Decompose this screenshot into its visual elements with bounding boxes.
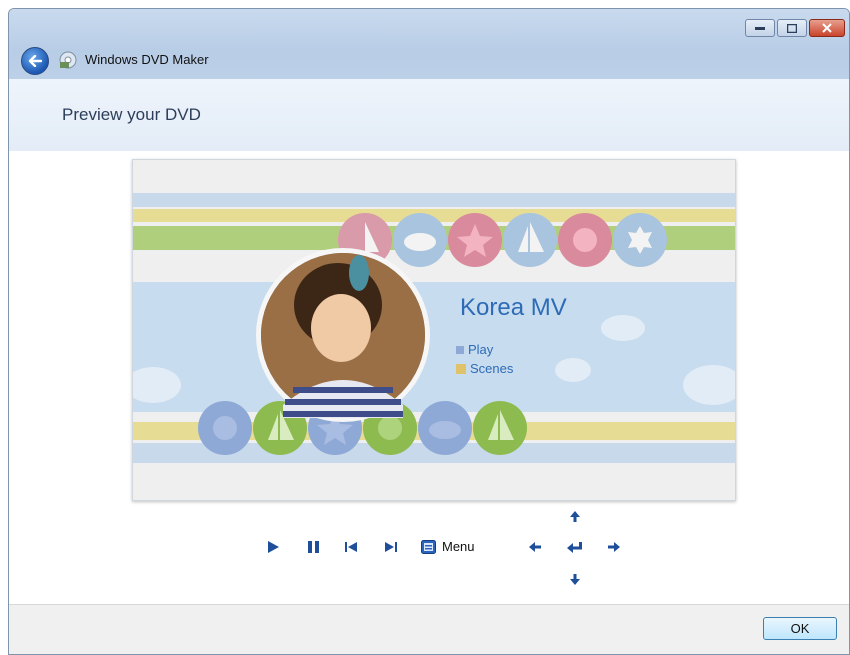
play-icon bbox=[268, 541, 279, 553]
dvd-menu-background bbox=[133, 160, 735, 500]
dvd-title: Korea MV bbox=[460, 294, 567, 321]
menu-item-scenes-label: Scenes bbox=[470, 361, 514, 376]
pause-icon bbox=[307, 541, 319, 553]
arrow-right-icon bbox=[608, 542, 620, 552]
caption-buttons bbox=[745, 19, 845, 37]
back-arrow-icon bbox=[28, 55, 42, 67]
ok-button[interactable]: OK bbox=[763, 617, 837, 640]
app-title: Windows DVD Maker bbox=[85, 52, 209, 67]
scenes-bullet-icon bbox=[456, 363, 466, 374]
arrow-up-button[interactable] bbox=[567, 508, 583, 524]
page-header: Preview your DVD bbox=[9, 79, 849, 152]
menu-item-play-label: Play bbox=[468, 342, 494, 357]
dvd-maker-window: Windows DVD Maker Preview your DVD Korea… bbox=[8, 8, 850, 655]
arrow-left-button[interactable] bbox=[527, 539, 543, 555]
menu-icon bbox=[421, 539, 436, 554]
playback-controls: Menu bbox=[9, 501, 849, 601]
previous-chapter-button[interactable] bbox=[343, 539, 359, 555]
arrow-down-icon bbox=[570, 573, 580, 585]
pause-button[interactable] bbox=[305, 539, 321, 555]
close-button[interactable] bbox=[809, 19, 845, 37]
previous-chapter-icon bbox=[345, 542, 357, 552]
next-chapter-button[interactable] bbox=[383, 539, 399, 555]
play-button[interactable] bbox=[265, 539, 281, 555]
maximize-button[interactable] bbox=[777, 19, 807, 37]
close-icon bbox=[822, 23, 832, 33]
content-area: Korea MV Play Scenes Menu bbox=[9, 151, 849, 604]
minimize-button[interactable] bbox=[745, 19, 775, 37]
menu-button-label: Menu bbox=[442, 539, 475, 554]
menu-item-play[interactable]: Play bbox=[456, 342, 493, 357]
menu-button[interactable]: Menu bbox=[421, 539, 475, 554]
page-title: Preview your DVD bbox=[62, 105, 201, 124]
arrow-left-icon bbox=[529, 542, 541, 552]
back-button[interactable] bbox=[21, 47, 49, 75]
arrow-down-button[interactable] bbox=[567, 571, 583, 587]
maximize-icon bbox=[787, 23, 797, 33]
enter-icon bbox=[567, 541, 582, 553]
menu-item-scenes[interactable]: Scenes bbox=[456, 361, 513, 376]
dvd-maker-app-icon bbox=[59, 51, 77, 69]
arrow-up-icon bbox=[570, 510, 580, 522]
title-bar: Windows DVD Maker bbox=[9, 9, 849, 79]
enter-button[interactable] bbox=[565, 539, 585, 555]
arrow-right-button[interactable] bbox=[606, 539, 622, 555]
play-bullet-icon bbox=[456, 345, 464, 354]
next-chapter-icon bbox=[385, 542, 397, 552]
minimize-icon bbox=[755, 27, 765, 30]
dialog-footer: OK bbox=[9, 604, 849, 654]
dvd-preview-screen[interactable]: Korea MV Play Scenes bbox=[132, 159, 736, 501]
